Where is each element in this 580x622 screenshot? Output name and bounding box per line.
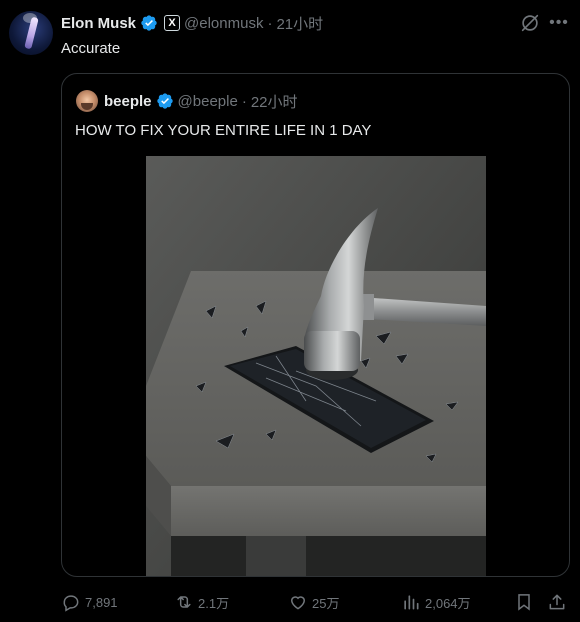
repost-icon bbox=[177, 596, 191, 608]
share-icon[interactable] bbox=[547, 592, 567, 612]
reply-icon bbox=[63, 595, 79, 612]
repost-action[interactable]: 2.1万 bbox=[174, 590, 229, 614]
header-separator: · bbox=[267, 14, 273, 32]
author-avatar[interactable] bbox=[9, 11, 53, 55]
quote-author-name[interactable]: beeple bbox=[104, 93, 152, 110]
quote-author-handle[interactable]: @beeple bbox=[178, 93, 238, 110]
grok-icon[interactable] bbox=[519, 12, 541, 34]
tweet-actions: 7,891 2.1万 25万 2,064万 bbox=[61, 590, 570, 614]
quote-header: beeple @beeple · 22小时 bbox=[104, 91, 298, 111]
views-count: 2,064万 bbox=[425, 595, 471, 611]
hammer-phone-illustration bbox=[146, 156, 486, 576]
more-options-icon[interactable]: ••• bbox=[548, 13, 570, 33]
repost-count: 2.1万 bbox=[198, 595, 230, 611]
tweet-time[interactable]: 21小时 bbox=[276, 13, 323, 34]
heart-icon bbox=[290, 596, 306, 610]
quote-media-image[interactable] bbox=[146, 156, 486, 576]
author-handle[interactable]: @elonmusk bbox=[184, 15, 263, 32]
bookmark-icon[interactable] bbox=[514, 592, 534, 612]
quote-text: HOW TO FIX YOUR ENTIRE LIFE IN 1 DAY bbox=[75, 122, 372, 139]
views-action[interactable]: 2,064万 bbox=[401, 590, 471, 614]
like-action[interactable]: 25万 bbox=[288, 590, 339, 614]
quote-header-separator: · bbox=[241, 92, 247, 110]
x-affiliate-badge-icon: X bbox=[164, 15, 181, 31]
quoted-tweet[interactable]: beeple @beeple · 22小时 HOW TO FIX YOUR EN… bbox=[61, 73, 570, 577]
verified-badge-icon bbox=[141, 15, 157, 31]
quote-time[interactable]: 22小时 bbox=[251, 91, 298, 112]
views-chart-icon bbox=[404, 595, 419, 610]
quote-author-avatar[interactable] bbox=[76, 90, 98, 112]
tweet-header: Elon Musk X @elonmusk · 21小时 bbox=[61, 13, 323, 33]
reply-action[interactable]: 7,891 bbox=[61, 590, 118, 614]
reply-count: 7,891 bbox=[85, 594, 118, 610]
tweet-text: Accurate bbox=[61, 40, 121, 57]
author-name[interactable]: Elon Musk bbox=[61, 15, 136, 32]
like-count: 25万 bbox=[312, 595, 340, 611]
verified-badge-icon bbox=[156, 93, 173, 109]
